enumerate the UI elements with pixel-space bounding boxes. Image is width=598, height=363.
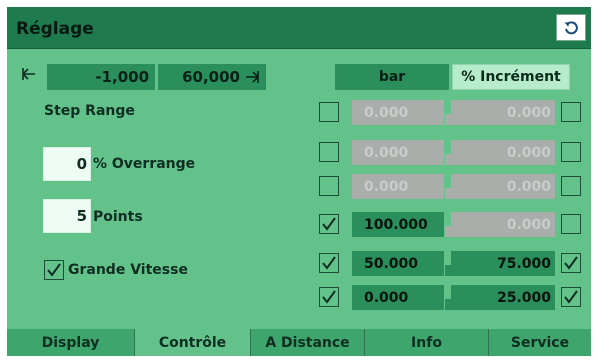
step-checkbox-right[interactable] (561, 142, 581, 162)
settings-panel: Réglage -1,000 60,000 bar % Incrément St… (7, 7, 591, 356)
step-checkbox-right[interactable] (561, 176, 581, 196)
step-connector (445, 265, 453, 276)
step-checkbox-left[interactable] (319, 214, 339, 234)
step-value-end[interactable]: 75.000 (451, 251, 555, 276)
refresh-icon (564, 20, 578, 34)
step-value-start[interactable]: 0.000 (352, 140, 444, 165)
checkmark-icon (322, 256, 336, 270)
step-value-start[interactable]: 0.000 (352, 174, 444, 199)
step-value-end[interactable]: 25.000 (451, 285, 555, 310)
step-checkbox-right[interactable] (561, 287, 581, 307)
checkmark-icon (322, 217, 336, 231)
refresh-button[interactable] (556, 14, 586, 41)
range-end-arrow-icon (246, 71, 259, 83)
range-start-arrow-icon (21, 66, 37, 86)
step-range-label: Step Range (44, 103, 135, 119)
grande-vitesse-toggle[interactable]: Grande Vitesse (44, 260, 188, 280)
step-value-end-text: 25.000 (496, 289, 551, 306)
checkmark-icon (47, 263, 61, 277)
tab-service[interactable]: Service (489, 329, 591, 356)
increment-mode-button[interactable]: % Incrément (452, 64, 570, 90)
tab-bar: Display Contrôle A Distance Info Service (7, 329, 591, 356)
step-value-start[interactable]: 100.000 (352, 212, 444, 237)
step-value-start[interactable]: 0.000 (352, 100, 444, 125)
step-value-end-text: 0.000 (506, 144, 551, 161)
step-value-start-text: 50.000 (364, 255, 419, 272)
step-checkbox-left[interactable] (319, 176, 339, 196)
step-value-end-text: 0.000 (506, 178, 551, 195)
step-checkbox-left[interactable] (319, 102, 339, 122)
step-value-end[interactable]: 0.000 (451, 174, 555, 199)
step-checkbox-right[interactable] (561, 253, 581, 273)
step-value-start-text: 0.000 (364, 289, 409, 306)
step-value-end[interactable]: 0.000 (451, 100, 555, 125)
unit-selector[interactable]: bar (335, 64, 449, 90)
points-label: Points (93, 209, 143, 225)
step-value-end-text: 75.000 (496, 255, 551, 272)
step-checkbox-left[interactable] (319, 287, 339, 307)
tab-display[interactable]: Display (7, 329, 135, 356)
step-value-start-text: 0.000 (364, 178, 409, 195)
grande-vitesse-label: Grande Vitesse (68, 262, 188, 278)
checkmark-icon (564, 290, 578, 304)
step-value-end-text: 0.000 (506, 216, 551, 233)
step-value-start[interactable]: 50.000 (352, 251, 444, 276)
step-value-end[interactable]: 0.000 (451, 212, 555, 237)
overrange-label: % Overrange (93, 156, 196, 172)
step-value-end[interactable]: 0.000 (451, 140, 555, 165)
window-title: Réglage (16, 19, 94, 39)
range-min-field[interactable]: -1,000 (47, 64, 155, 90)
tab-controle[interactable]: Contrôle (135, 329, 251, 356)
step-checkbox-right[interactable] (561, 102, 581, 122)
step-value-start-text: 0.000 (364, 144, 409, 161)
step-connector (445, 114, 453, 125)
title-bar: Réglage (7, 7, 591, 49)
range-max-field[interactable]: 60,000 (158, 64, 266, 90)
step-value-start-text: 100.000 (364, 216, 428, 233)
range-max-value: 60,000 (182, 68, 240, 86)
step-value-start[interactable]: 0.000 (352, 285, 444, 310)
tab-info[interactable]: Info (365, 329, 489, 356)
step-connector (445, 154, 453, 165)
grande-vitesse-checkbox[interactable] (44, 260, 64, 280)
checkmark-icon (322, 290, 336, 304)
overrange-field[interactable]: 0 (43, 147, 91, 181)
step-checkbox-right[interactable] (561, 214, 581, 234)
tab-a-distance[interactable]: A Distance (251, 329, 365, 356)
step-value-end-text: 0.000 (506, 104, 551, 121)
step-checkbox-left[interactable] (319, 142, 339, 162)
step-connector (445, 226, 453, 237)
step-connector (445, 299, 453, 310)
points-field[interactable]: 5 (43, 199, 91, 233)
step-connector (445, 188, 453, 199)
checkmark-icon (564, 256, 578, 270)
step-checkbox-left[interactable] (319, 253, 339, 273)
step-value-start-text: 0.000 (364, 104, 409, 121)
